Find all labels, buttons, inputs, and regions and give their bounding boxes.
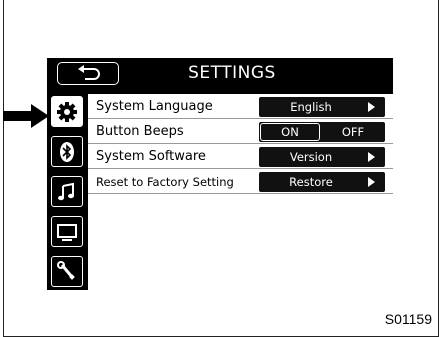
sidebar-item-bluetooth[interactable] <box>51 136 83 167</box>
gear-icon <box>57 102 77 122</box>
page-title: SETTINGS <box>188 63 276 83</box>
back-arrow-icon <box>78 65 100 80</box>
language-selector-button[interactable]: English <box>259 97 385 117</box>
setting-label: System Software <box>96 149 206 164</box>
sidebar-item-audio[interactable] <box>51 176 83 207</box>
play-arrow-icon <box>368 102 375 112</box>
sidebar-item-tools[interactable] <box>51 256 83 287</box>
version-button[interactable]: Version <box>259 147 385 167</box>
play-arrow-icon <box>368 177 375 187</box>
setting-row-button-beeps: Button Beeps ON OFF <box>88 119 393 144</box>
sidebar-item-display[interactable] <box>51 216 83 247</box>
beeps-off-button[interactable]: OFF <box>323 123 383 141</box>
music-note-icon <box>58 182 74 201</box>
language-value: English <box>290 100 332 114</box>
restore-button[interactable]: Restore <box>259 172 385 192</box>
header-bar: SETTINGS <box>47 58 393 90</box>
beeps-on-button[interactable]: ON <box>260 123 320 141</box>
pointer-arrow-icon <box>3 104 49 128</box>
settings-screen: SETTINGS System Language English Button … <box>47 58 393 290</box>
figure-code: S01159 <box>384 311 432 327</box>
sidebar <box>47 96 85 290</box>
back-button[interactable] <box>57 62 119 85</box>
wrench-icon <box>57 261 75 280</box>
settings-list: System Language English Button Beeps ON … <box>88 94 393 290</box>
setting-row-language: System Language English <box>88 94 393 119</box>
version-label: Version <box>289 150 333 164</box>
play-arrow-icon <box>368 152 375 162</box>
button-beeps-toggle: ON OFF <box>259 122 385 142</box>
bluetooth-icon <box>60 142 74 162</box>
setting-row-system-software: System Software Version <box>88 144 393 169</box>
setting-label: Reset to Factory Setting <box>96 175 234 189</box>
setting-label: System Language <box>96 99 213 114</box>
restore-label: Restore <box>289 175 333 189</box>
sidebar-item-settings[interactable] <box>51 96 83 127</box>
setting-row-factory-reset: Reset to Factory Setting Restore <box>88 169 393 194</box>
setting-label: Button Beeps <box>96 124 184 139</box>
display-icon <box>57 224 77 241</box>
